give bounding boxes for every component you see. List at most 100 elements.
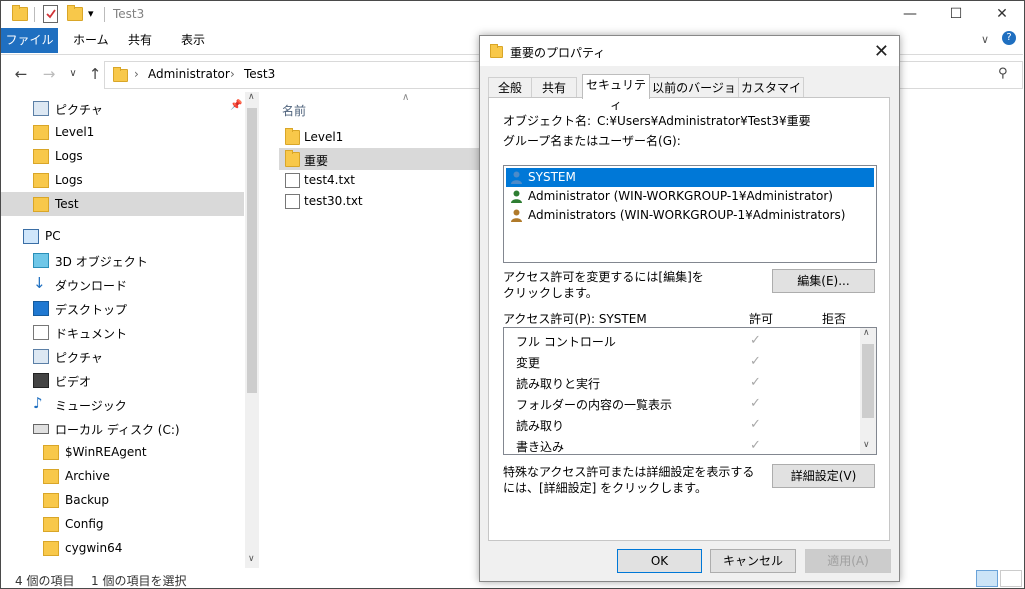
- permissions-scrollbar-thumb[interactable]: [862, 344, 874, 418]
- sidebar-item[interactable]: Config: [1, 512, 244, 536]
- sidebar-item[interactable]: Archive: [1, 464, 244, 488]
- scroll-up-icon[interactable]: ∧: [863, 328, 870, 338]
- tab-general[interactable]: 全般: [488, 77, 532, 98]
- folder-icon: [285, 150, 300, 167]
- edit-hint-line2: クリックします。: [503, 286, 598, 300]
- breadcrumb-test3[interactable]: Test3: [244, 67, 275, 81]
- permission-row-label: フォルダーの内容の一覧表示: [516, 398, 673, 412]
- details-view-icon[interactable]: [976, 570, 998, 587]
- nav-scrollbar-thumb[interactable]: [247, 108, 257, 393]
- sidebar-item[interactable]: Logs: [1, 168, 244, 192]
- allow-check-icon: ✓: [750, 354, 761, 369]
- deny-header: 拒否: [822, 312, 847, 326]
- recent-locations-icon[interactable]: ∨: [63, 64, 83, 84]
- large-icons-view-icon[interactable]: [1000, 570, 1022, 587]
- breadcrumb-separator-icon[interactable]: ›: [134, 67, 139, 81]
- user-group-icon: [509, 170, 524, 185]
- download-icon: ↓: [33, 274, 46, 292]
- search-input[interactable]: ⚲: [899, 61, 1023, 89]
- sort-ascending-icon: ∧: [402, 92, 410, 103]
- back-arrow-icon[interactable]: ←: [11, 64, 31, 84]
- permissions-scrollbar[interactable]: ∧ ∨: [860, 328, 876, 454]
- edit-button[interactable]: 編集(E)...: [772, 269, 875, 293]
- sidebar-item-label: デスクトップ: [55, 303, 128, 317]
- folder-icon: [113, 67, 128, 82]
- tab-security[interactable]: セキュリティ: [582, 74, 650, 112]
- sidebar-item[interactable]: Test: [1, 192, 244, 216]
- tab-share[interactable]: 共有: [128, 28, 152, 53]
- user-list-item[interactable]: Administrators (WIN-WORKGROUP-1¥Administ…: [506, 206, 874, 225]
- object-name-value: C:¥Users¥Administrator¥Test3¥重要: [597, 114, 811, 128]
- tab-previous-versions[interactable]: 以前のバージョン: [649, 77, 739, 115]
- expand-ribbon-icon[interactable]: ∨: [981, 33, 989, 46]
- sidebar-item[interactable]: ♪ ミュージック: [1, 392, 244, 416]
- permission-row-label: 変更: [516, 356, 541, 370]
- sidebar-item[interactable]: デスクトップ: [1, 296, 244, 320]
- sidebar-item[interactable]: Logs: [1, 144, 244, 168]
- sidebar-item-label: ミュージック: [55, 399, 127, 413]
- sidebar-item[interactable]: $WinREAgent: [1, 440, 244, 464]
- sidebar-item[interactable]: ピクチャ: [1, 96, 244, 120]
- column-header-name[interactable]: 名前: [282, 102, 306, 119]
- new-folder-icon[interactable]: [67, 5, 83, 21]
- tab-view[interactable]: 表示: [181, 28, 205, 53]
- pictures-icon: [33, 349, 49, 364]
- permissions-list[interactable]: フル コントロール ✓ 変更 ✓ 読み取りと実行 ✓ フォルダーの内容の一覧表示 ✓ 読み取り ✓…: [503, 327, 877, 455]
- folder-icon: [12, 5, 28, 21]
- sidebar-item[interactable]: ピクチャ: [1, 344, 244, 368]
- user-list-item[interactable]: SYSTEM: [506, 168, 874, 187]
- sidebar-item[interactable]: cygwin64: [1, 536, 244, 560]
- tab-home[interactable]: ホーム: [73, 28, 109, 53]
- file-list-item[interactable]: Level1: [279, 126, 479, 148]
- properties-dialog: 重要のプロパティ ✕ 全般 共有 セキュリティ 以前のバージョン カスタマイズ …: [479, 35, 900, 582]
- sidebar-item[interactable]: ↓ ダウンロード: [1, 272, 244, 296]
- user-group-icon: [509, 208, 524, 223]
- divider: [104, 7, 105, 22]
- sidebar-item[interactable]: 3D オブジェクト: [1, 248, 244, 272]
- sidebar-item[interactable]: PC: [1, 224, 244, 248]
- up-arrow-icon[interactable]: ↑: [85, 64, 105, 84]
- sidebar-item[interactable]: Level1: [1, 120, 244, 144]
- properties-icon[interactable]: [43, 5, 58, 23]
- window-title: Test3: [113, 7, 145, 21]
- allow-check-icon: ✓: [750, 396, 761, 411]
- pin-icon: 📌: [230, 100, 243, 111]
- permission-row-label: 読み取りと実行: [516, 377, 601, 391]
- sidebar-item[interactable]: ドキュメント: [1, 320, 244, 344]
- cancel-button[interactable]: キャンセル: [710, 549, 796, 573]
- customize-quick-access-icon[interactable]: ▾: [88, 7, 94, 20]
- minimize-button[interactable]: —: [887, 1, 933, 28]
- file-list-item[interactable]: 重要: [279, 148, 479, 170]
- file-list-item[interactable]: test30.txt: [279, 190, 479, 212]
- address-bar[interactable]: › Administrator › Test3: [104, 61, 480, 89]
- search-icon[interactable]: ⚲: [998, 66, 1008, 81]
- allow-check-icon: ✓: [750, 333, 761, 348]
- dialog-close-icon[interactable]: ✕: [874, 41, 889, 62]
- close-button[interactable]: ✕: [979, 1, 1025, 28]
- scroll-down-icon[interactable]: ∨: [863, 440, 870, 450]
- scroll-down-icon[interactable]: ∨: [248, 554, 255, 564]
- scroll-up-icon[interactable]: ∧: [248, 92, 255, 102]
- tab-sharing[interactable]: 共有: [531, 77, 577, 98]
- sidebar-item[interactable]: Backup: [1, 488, 244, 512]
- breadcrumb-separator-icon[interactable]: ›: [230, 67, 235, 81]
- help-icon[interactable]: ?: [1002, 31, 1016, 45]
- breadcrumb-administrator[interactable]: Administrator: [148, 67, 230, 81]
- nav-scrollbar[interactable]: ∧ ∨: [245, 92, 259, 568]
- file-list-item[interactable]: test4.txt: [279, 169, 479, 191]
- user-list-item[interactable]: Administrator (WIN-WORKGROUP-1¥Administr…: [506, 187, 874, 206]
- folder-icon: [43, 493, 59, 508]
- forward-arrow-icon[interactable]: →: [39, 64, 59, 84]
- tab-file[interactable]: ファイル: [1, 28, 58, 53]
- user-list[interactable]: SYSTEM Administrator (WIN-WORKGROUP-1¥Adm…: [503, 165, 877, 263]
- permissions-label: アクセス許可(P): SYSTEM: [503, 312, 647, 326]
- maximize-button[interactable]: ☐: [933, 1, 979, 28]
- text-file-icon: [285, 173, 300, 188]
- advanced-button[interactable]: 詳細設定(V): [772, 464, 875, 488]
- tab-customize[interactable]: カスタマイズ: [738, 77, 804, 115]
- sidebar-item[interactable]: ローカル ディスク (C:): [1, 416, 244, 440]
- apply-button[interactable]: 適用(A): [805, 549, 891, 573]
- sidebar-item-label: Test: [55, 197, 79, 211]
- sidebar-item[interactable]: ビデオ: [1, 368, 244, 392]
- ok-button[interactable]: OK: [617, 549, 702, 573]
